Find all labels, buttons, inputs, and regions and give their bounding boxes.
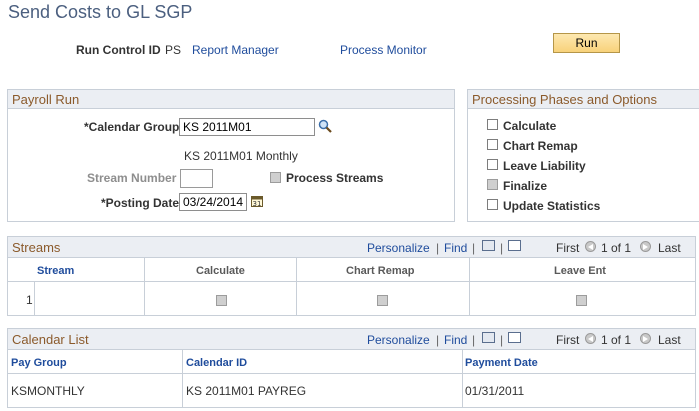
- calendar-id-cell: KS 2011M01 PAYREG: [186, 384, 307, 398]
- calendar-group-input[interactable]: [179, 118, 315, 136]
- col-header-leave-ent: Leave Ent: [554, 265, 606, 277]
- view-all-icon[interactable]: [482, 332, 495, 343]
- calendar-col-divider: [182, 350, 183, 407]
- streams-range: 1 of 1: [601, 241, 632, 255]
- pay-group-cell: KSMONTHLY: [11, 384, 85, 398]
- col-header-calendar-id[interactable]: Calendar ID: [186, 357, 247, 369]
- streams-separator-3: |: [500, 241, 504, 255]
- phase-update-statistics-label: Update Statistics: [503, 199, 601, 213]
- phase-finalize-checkbox[interactable]: [487, 179, 498, 190]
- streams-separator-1: |: [436, 241, 440, 255]
- phase-calculate-checkbox[interactable]: [487, 119, 498, 130]
- run-control-id-label: Run Control ID: [76, 43, 161, 57]
- stream-leave-ent-checkbox[interactable]: [576, 295, 587, 306]
- streams-header-divider: [8, 281, 695, 282]
- phase-chart-remap-label: Chart Remap: [503, 139, 578, 153]
- posting-date-input[interactable]: [179, 193, 247, 211]
- calendar-last-label[interactable]: Last: [658, 333, 681, 347]
- stream-number-label: Stream Number: [87, 171, 177, 185]
- calendar-separator-3: |: [500, 333, 504, 347]
- payroll-run-header: Payroll Run: [8, 90, 454, 109]
- streams-row-divider: [34, 282, 35, 315]
- streams-last-label[interactable]: Last: [658, 241, 681, 255]
- calendar-col-divider: [462, 350, 463, 407]
- stream-calculate-checkbox[interactable]: [216, 295, 227, 306]
- phase-chart-remap-checkbox[interactable]: [487, 139, 498, 150]
- col-header-chart-remap: Chart Remap: [346, 265, 415, 277]
- calendar-next-icon[interactable]: [640, 333, 651, 344]
- streams-first-label[interactable]: First: [556, 241, 579, 255]
- calendar-separator-2: |: [472, 333, 476, 347]
- processing-phases-header: Processing Phases and Options: [468, 90, 699, 109]
- calendar-header-divider: [8, 373, 695, 374]
- col-header-stream[interactable]: Stream: [37, 265, 74, 277]
- phase-leave-liability-label: Leave Liability: [503, 159, 586, 173]
- streams-col-divider: [469, 258, 470, 315]
- run-button[interactable]: Run: [553, 33, 620, 53]
- phase-leave-liability-checkbox[interactable]: [487, 159, 498, 170]
- streams-find-link[interactable]: Find: [444, 241, 467, 255]
- posting-date-label: *Posting Date: [101, 196, 180, 210]
- col-header-pay-group[interactable]: Pay Group: [11, 357, 67, 369]
- col-header-payment-date[interactable]: Payment Date: [465, 357, 538, 369]
- streams-col-divider: [296, 258, 297, 315]
- phase-update-statistics-checkbox[interactable]: [487, 199, 498, 210]
- process-monitor-link[interactable]: Process Monitor: [340, 43, 427, 57]
- report-manager-link[interactable]: Report Manager: [192, 43, 279, 57]
- stream-row-number: 1: [26, 293, 33, 307]
- calendar-group-label: *Calendar Group: [84, 120, 180, 134]
- view-all-icon[interactable]: [482, 240, 495, 251]
- process-streams-checkbox[interactable]: [270, 172, 281, 183]
- streams-next-icon[interactable]: [640, 241, 651, 252]
- streams-col-divider: [144, 258, 145, 315]
- calendar-separator-1: |: [436, 333, 440, 347]
- svg-text:31: 31: [253, 200, 262, 208]
- phase-calculate-label: Calculate: [503, 119, 557, 133]
- payment-date-cell: 01/31/2011: [465, 384, 525, 398]
- lookup-search-icon[interactable]: [318, 119, 332, 133]
- run-control-id-value: PS: [165, 43, 182, 57]
- calendar-first-label[interactable]: First: [556, 333, 579, 347]
- calendar-prev-icon[interactable]: [585, 333, 596, 344]
- streams-separator-2: |: [472, 241, 476, 255]
- calendar-range: 1 of 1: [601, 333, 632, 347]
- phase-finalize-label: Finalize: [503, 179, 548, 193]
- calendar-find-link[interactable]: Find: [444, 333, 467, 347]
- stream-chart-remap-checkbox[interactable]: [377, 295, 388, 306]
- calendar-group-description: KS 2011M01 Monthly: [184, 149, 298, 163]
- process-streams-label: Process Streams: [286, 171, 384, 185]
- calendar-personalize-link[interactable]: Personalize: [367, 333, 430, 347]
- download-grid-icon[interactable]: [508, 240, 521, 251]
- calendar-icon[interactable]: 31: [251, 195, 264, 208]
- page-title: Send Costs to GL SGP: [8, 2, 193, 22]
- stream-number-input[interactable]: [180, 169, 213, 188]
- streams-prev-icon[interactable]: [585, 241, 596, 252]
- download-grid-icon[interactable]: [508, 332, 521, 343]
- streams-personalize-link[interactable]: Personalize: [367, 241, 430, 255]
- col-header-calculate: Calculate: [196, 265, 245, 277]
